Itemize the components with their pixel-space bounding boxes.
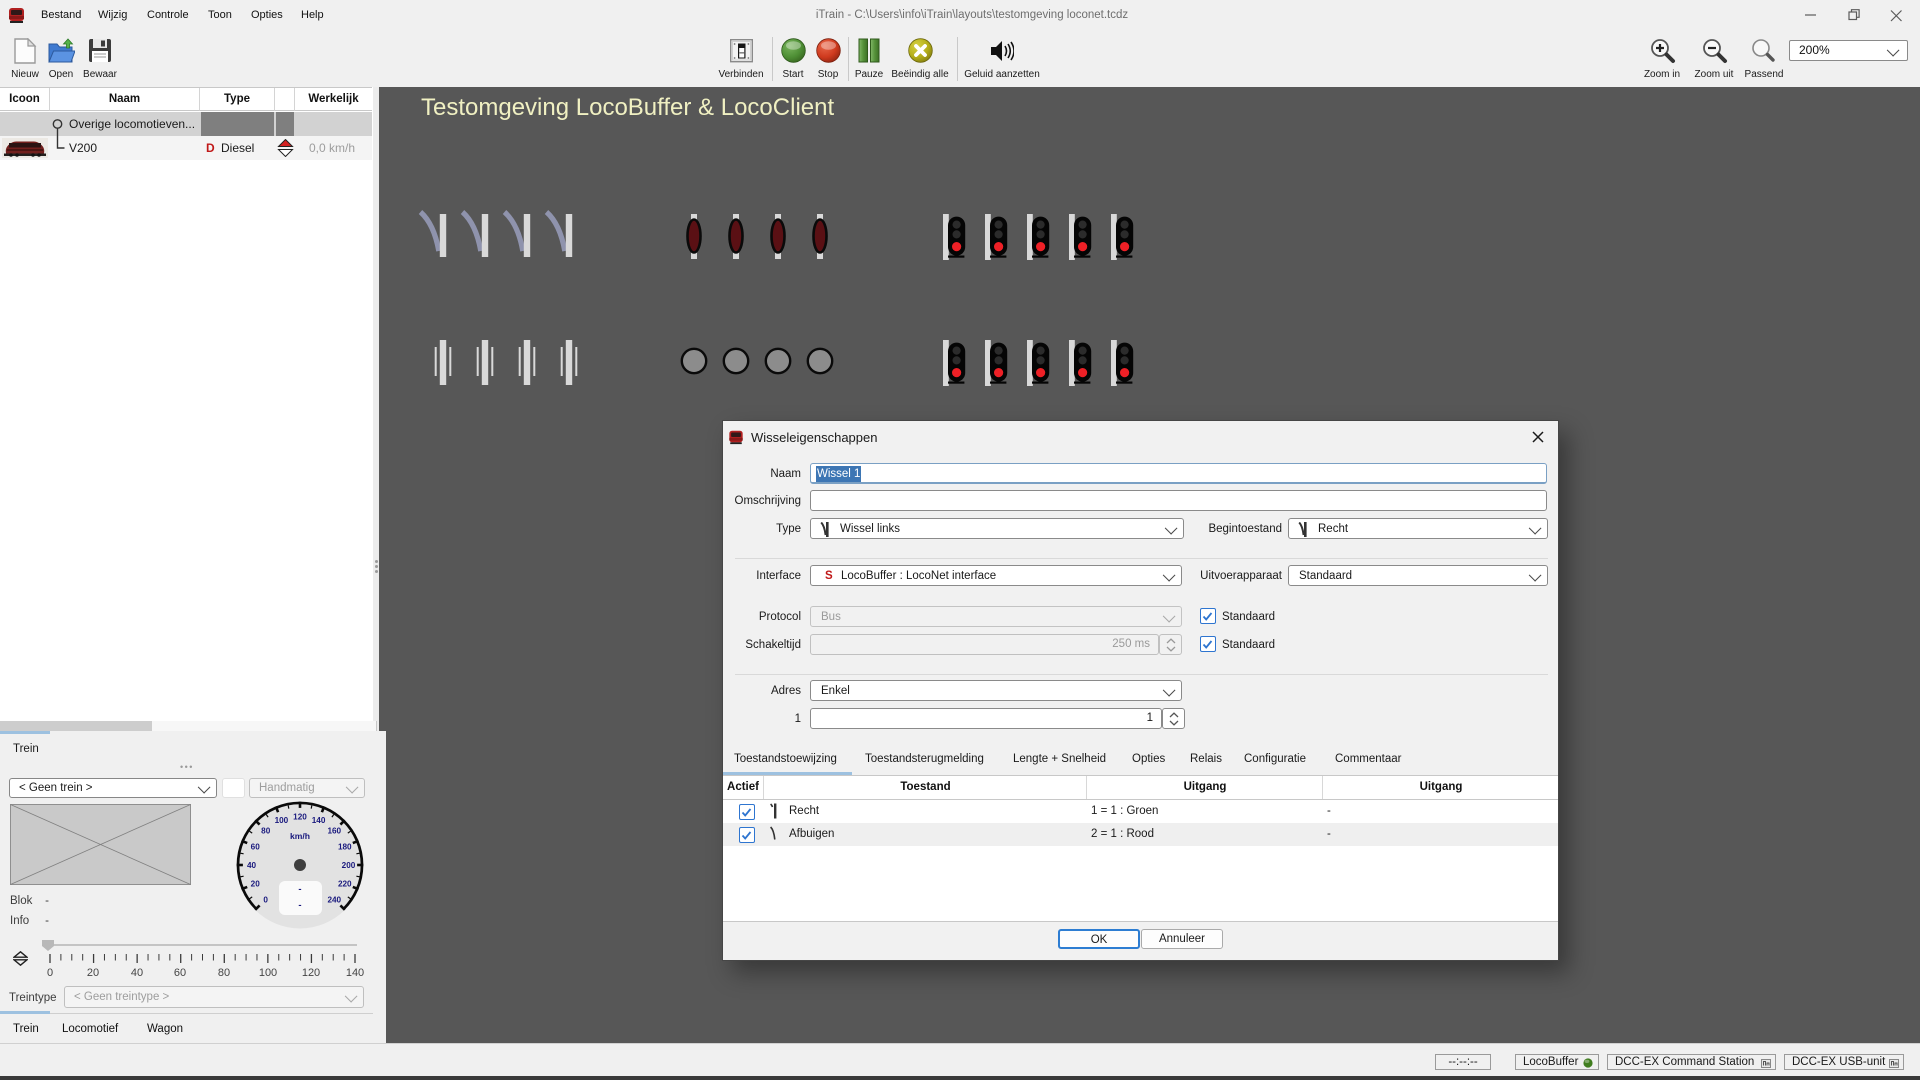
svg-text:240: 240 [327, 895, 341, 904]
svg-text:-: - [298, 884, 301, 895]
svg-text:20: 20 [251, 880, 261, 889]
svg-text:km/h: km/h [290, 831, 310, 841]
svg-text:200: 200 [342, 861, 356, 870]
svg-text:40: 40 [247, 861, 257, 870]
svg-text:160: 160 [327, 827, 341, 836]
svg-text:0: 0 [263, 895, 268, 904]
svg-text:100: 100 [275, 816, 289, 825]
svg-text:220: 220 [338, 880, 352, 889]
svg-text:60: 60 [251, 842, 261, 851]
svg-text:120: 120 [293, 813, 307, 822]
svg-text:80: 80 [261, 827, 271, 836]
svg-text:140: 140 [312, 816, 326, 825]
svg-text:180: 180 [338, 842, 352, 851]
svg-text:-: - [298, 900, 301, 911]
